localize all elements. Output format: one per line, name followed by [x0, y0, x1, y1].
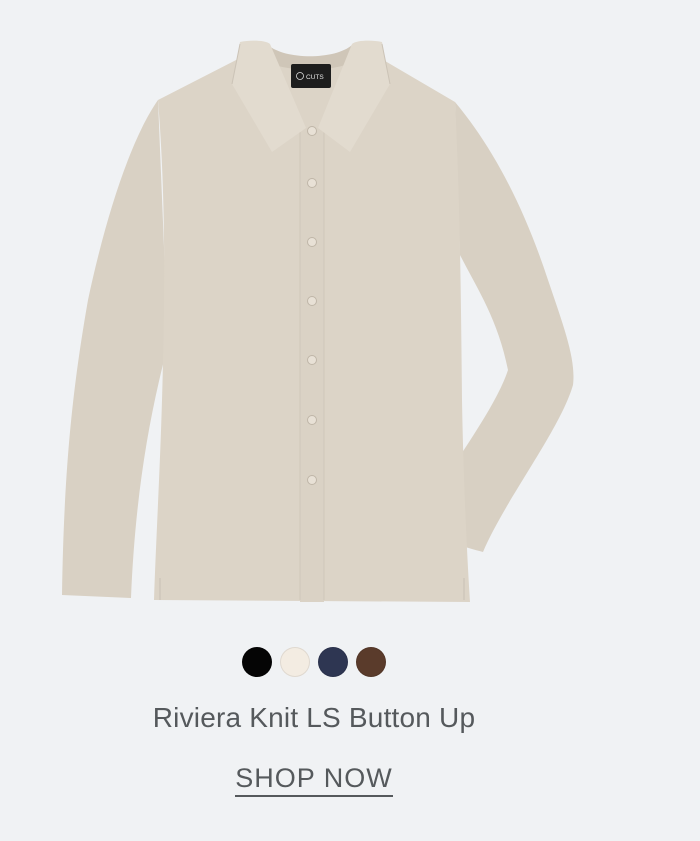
product-image[interactable]: CUTS	[0, 0, 700, 620]
swatch-navy[interactable]	[318, 647, 348, 677]
shop-now-container: SHOP NOW	[0, 763, 628, 797]
left-sleeve	[62, 100, 168, 598]
swatch-brown[interactable]	[356, 647, 386, 677]
swatch-cream[interactable]	[280, 647, 310, 677]
swatch-black[interactable]	[242, 647, 272, 677]
brand-label-text: CUTS	[306, 74, 324, 81]
product-name[interactable]: Riviera Knit LS Button Up	[0, 702, 628, 734]
shop-now-link[interactable]: SHOP NOW	[235, 763, 393, 797]
color-swatches	[0, 647, 628, 677]
